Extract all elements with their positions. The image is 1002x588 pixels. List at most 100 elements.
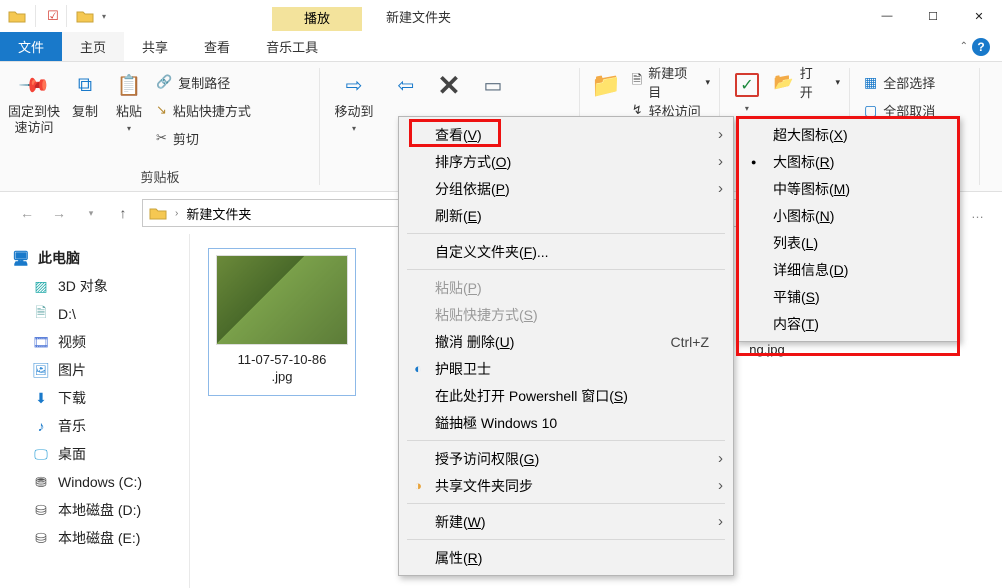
paste-shortcut-button[interactable]: ↘ 粘贴快捷方式 [152,98,255,122]
paste-button[interactable]: 📋 粘贴 ▾ [108,66,150,133]
collapse-ribbon-icon[interactable]: ⌃ [960,41,968,52]
ribbon-tab-file[interactable]: 文件 [0,32,62,61]
close-button[interactable]: ✕ [956,0,1002,32]
maximize-button[interactable]: ☐ [910,0,956,32]
thumbnail-filename: 11-07-57-10-86 .jpg [238,351,327,385]
chevron-right-icon[interactable]: › [171,208,182,219]
copy-to-button[interactable]: ⇨ [384,66,426,100]
ctx-winbox[interactable]: 鎰抽極 Windows 10 [401,409,731,436]
ribbon-tab-home[interactable]: 主页 [62,32,124,61]
search-placeholder[interactable]: … [971,206,988,221]
nav-tree: 🖥此电脑 ▨3D 对象 🗎D:\ 🎞视频 🖼图片 ⬇下载 ♪音乐 🖵桌面 ⛃Wi… [0,234,190,588]
tree-desktop[interactable]: 🖵桌面 [12,440,185,468]
delete-button[interactable]: ✕ [428,66,470,100]
ctx-view-small[interactable]: 小图标(N) [739,202,957,229]
context-menu-main: 查看(V) 排序方式(O) 分组依据(P) 刷新(E) 自定义文件夹(F)...… [398,116,734,576]
ctx-view-medium[interactable]: 中等图标(M) [739,175,957,202]
copy-button[interactable]: ⧉ 复制 [64,66,106,120]
pin-to-quick-access-button[interactable]: 📌 固定到快 速访问 [6,66,62,136]
folder-icon [8,9,26,23]
shield-icon: ◐ [409,361,427,376]
ctx-undo-delete[interactable]: 撤消 删除(U)Ctrl+Z [401,328,731,355]
context-menu-view: 超大图标(X) 大图标(R) 中等图标(M) 小图标(N) 列表(L) 详细信息… [736,116,960,342]
cut-button[interactable]: ✂ 剪切 [152,126,255,150]
ribbon-tabs: 文件 主页 共享 查看 音乐工具 ⌃ ? [0,32,1002,62]
ribbon-tab-view[interactable]: 查看 [186,32,248,61]
tree-music[interactable]: ♪音乐 [12,412,185,440]
tree-windows-c[interactable]: ⛃Windows (C:) [12,468,185,496]
ctx-share-sync[interactable]: ◑共享文件夹同步 [401,472,731,499]
video-icon: 🎞 [32,334,50,351]
cube-icon: ▨ [32,278,50,295]
new-item-button[interactable]: 🗎 新建项目▾ [628,70,714,94]
ctx-paste-shortcut: 粘贴快捷方式(S) [401,301,731,328]
ribbon-tab-share[interactable]: 共享 [124,32,186,61]
tree-local-d[interactable]: ⛁本地磁盘 (D:) [12,496,185,524]
forward-button[interactable]: → [46,200,72,226]
ctx-view[interactable]: 查看(V) [401,121,731,148]
ctx-paste: 粘贴(P) [401,274,731,301]
music-icon: ♪ [32,418,50,434]
ribbon-tab-music-tools[interactable]: 音乐工具 [248,32,336,61]
tree-this-pc[interactable]: 🖥此电脑 [12,244,185,272]
move-to-button[interactable]: ⇨ 移动到 ▾ [326,66,382,133]
copy-path-button[interactable]: 🔗 复制路径 [152,70,255,94]
tree-downloads[interactable]: ⬇下载 [12,384,185,412]
drive-icon: ⛃ [32,474,50,491]
picture-icon: 🖼 [32,362,50,379]
tree-pictures[interactable]: 🖼图片 [12,356,185,384]
ctx-huyan[interactable]: ◐护眼卫士 [401,355,731,382]
ctx-view-tiles[interactable]: 平铺(S) [739,283,957,310]
properties-button[interactable]: ✓ ▾ [726,66,768,113]
ctx-group[interactable]: 分组依据(P) [401,175,731,202]
context-tab-header: 播放 [272,1,362,31]
help-icon[interactable]: ? [972,38,990,56]
up-button[interactable]: ↑ [110,200,136,226]
new-folder-button[interactable]: 📁 [586,66,626,100]
download-icon: ⬇ [32,390,50,407]
window-title: 新建文件夹 [386,7,451,26]
tree-local-e[interactable]: ⛁本地磁盘 (E:) [12,524,185,552]
ctx-view-details[interactable]: 详细信息(D) [739,256,957,283]
select-all-button[interactable]: ▦ 全部选择 [860,70,974,94]
tree-videos[interactable]: 🎞视频 [12,328,185,356]
ctx-properties[interactable]: 属性(R) [401,544,731,571]
back-button[interactable]: ← [14,200,40,226]
scissors-icon: ✂ [156,130,167,146]
context-tab-play[interactable]: 播放 [272,7,362,31]
ctx-sort[interactable]: 排序方式(O) [401,148,731,175]
qat-dropdown-icon[interactable]: ▾ [102,12,106,21]
copy-icon: ⧉ [78,74,92,97]
file-thumb-selected[interactable]: 11-07-57-10-86 .jpg [208,248,356,396]
window-controls: — ☐ ✕ [864,0,1002,32]
desktop-icon: 🖵 [32,446,50,463]
path-icon: 🔗 [156,74,172,90]
ctx-view-list[interactable]: 列表(L) [739,229,957,256]
pin-icon: 📌 [16,67,51,102]
qat-folder[interactable] [72,9,98,23]
minimize-button[interactable]: — [864,0,910,32]
ctx-new[interactable]: 新建(W) [401,508,731,535]
rename-button[interactable]: ▭ [472,66,514,100]
ctx-grant-access[interactable]: 授予访问权限(G) [401,445,731,472]
thumbnail-filename: ng.jpg [749,342,784,357]
properties-icon[interactable]: ☑ [45,8,61,24]
drive-icon: ⛁ [32,502,50,519]
tree-3d-objects[interactable]: ▨3D 对象 [12,272,185,300]
ctx-powershell[interactable]: 在此处打开 Powershell 窗口(S) [401,382,731,409]
check-icon: ✓ [735,73,759,97]
ctx-view-content[interactable]: 内容(T) [739,310,957,337]
open-button[interactable]: 📂 打开▾ [770,70,844,94]
recent-dropdown[interactable]: ▾ [78,200,104,226]
quick-access-toolbar: ☑ ▾ [0,5,112,27]
breadcrumb-folder[interactable]: 新建文件夹 [186,204,251,223]
open-icon: 📂 [774,72,794,92]
copyto-icon: ⇨ [397,73,414,98]
ctx-view-xlarge[interactable]: 超大图标(X) [739,121,957,148]
chevron-down-icon[interactable]: ▾ [127,124,131,133]
ctx-refresh[interactable]: 刷新(E) [401,202,731,229]
new-folder-icon: 📁 [591,71,621,100]
tree-d-drive-link[interactable]: 🗎D:\ [12,300,185,328]
ctx-view-large[interactable]: 大图标(R) [739,148,957,175]
ctx-customize[interactable]: 自定义文件夹(F)... [401,238,731,265]
